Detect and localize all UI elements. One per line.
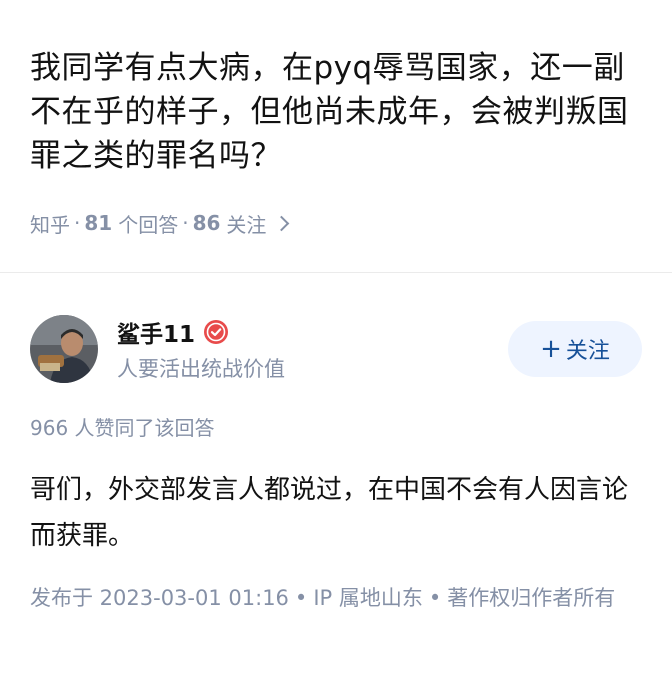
- plus-icon: +: [540, 334, 562, 364]
- meta-separator: ·: [74, 211, 81, 235]
- answer-footer: 发布于 2023-03-01 01:16 • IP 属地山东 • 著作权归作者所有: [30, 578, 660, 618]
- follow-label: 关注: [565, 339, 610, 364]
- answer-count: 81: [84, 211, 113, 235]
- question-header: 我同学有点大病，在pyq辱骂国家，还一副不在乎的样子，但他尚未成年，会被判叛国罪…: [0, 0, 672, 272]
- follower-count: 86: [192, 211, 221, 235]
- answer-count-label: 个回答: [118, 212, 179, 237]
- vote-count: 966 人赞同了该回答: [30, 416, 215, 440]
- answer-content[interactable]: 哥们，外交部发言人都说过，在中国不会有人因言论而获罪。: [30, 467, 642, 559]
- publish-time: 发布于 2023-03-01 01:16: [30, 586, 289, 610]
- follow-button[interactable]: + 关注: [508, 321, 642, 377]
- verified-badge-icon: [204, 320, 229, 344]
- ip-location: IP 属地山东: [313, 586, 423, 610]
- author-name[interactable]: 鲨手11: [117, 315, 195, 349]
- author-card: 鲨手11 人要活出统战价值 + 关注: [30, 315, 642, 385]
- author-bio: 人要活出统战价值: [117, 357, 285, 381]
- footer-separator: •: [428, 586, 442, 610]
- follower-count-label: 关注: [226, 212, 267, 237]
- chevron-right-icon: [274, 215, 290, 232]
- question-title[interactable]: 我同学有点大病，在pyq辱骂国家，还一副不在乎的样子，但他尚未成年，会被判叛国罪…: [30, 46, 650, 178]
- section-divider: [0, 272, 672, 273]
- footer-separator: •: [294, 586, 308, 610]
- author-name-row[interactable]: 鲨手11: [117, 315, 229, 349]
- question-meta[interactable]: 知乎 · 81 个回答 · 86 关注: [30, 207, 290, 239]
- copyright-notice: 著作权归作者所有: [447, 586, 616, 610]
- site-name: 知乎: [30, 212, 70, 237]
- avatar[interactable]: [30, 315, 98, 383]
- meta-separator: ·: [182, 211, 189, 235]
- avatar-photo-icon: [30, 315, 98, 383]
